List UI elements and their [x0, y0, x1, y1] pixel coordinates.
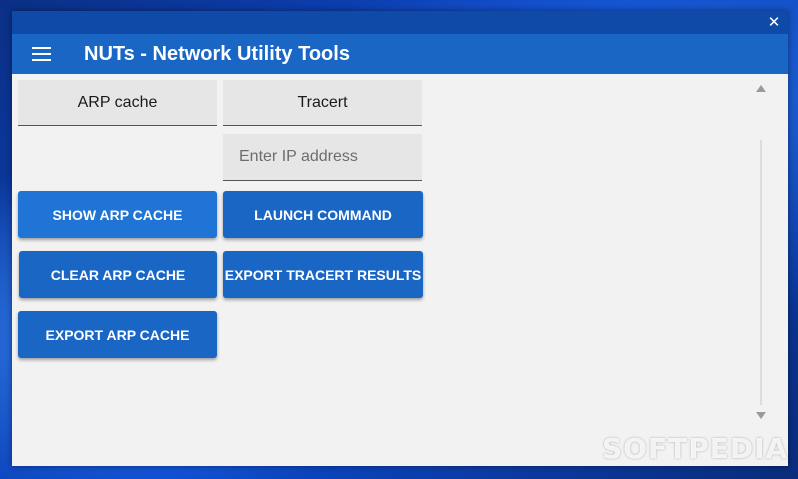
- window-titlebar: ✕: [12, 11, 788, 34]
- tab-arp-cache[interactable]: ARP cache: [18, 80, 217, 126]
- app-bar: NUTs - Network Utility Tools: [12, 34, 788, 74]
- app-title: NUTs - Network Utility Tools: [84, 43, 350, 65]
- hamburger-menu-icon[interactable]: [32, 46, 52, 62]
- scroll-track[interactable]: [760, 140, 762, 405]
- tab-tracert[interactable]: Tracert: [223, 80, 422, 126]
- launch-command-button[interactable]: LAUNCH COMMAND: [223, 191, 423, 238]
- vertical-scrollbar[interactable]: [752, 80, 772, 425]
- main-content: ARP cache Tracert SHOW ARP CACHE CLEAR A…: [12, 74, 788, 466]
- export-arp-cache-button[interactable]: EXPORT ARP CACHE: [18, 311, 217, 358]
- ip-address-input[interactable]: [223, 134, 422, 181]
- clear-arp-cache-button[interactable]: CLEAR ARP CACHE: [19, 251, 217, 298]
- softpedia-watermark: SOFTPEDIA: [602, 432, 789, 465]
- show-arp-cache-button[interactable]: SHOW ARP CACHE: [18, 191, 217, 238]
- scroll-down-icon[interactable]: [756, 412, 766, 419]
- close-icon[interactable]: ✕: [764, 12, 784, 32]
- app-window: ✕ NUTs - Network Utility Tools ARP cache…: [12, 11, 788, 466]
- scroll-up-icon[interactable]: [756, 85, 766, 92]
- export-tracert-results-button[interactable]: EXPORT TRACERT RESULTS: [223, 251, 423, 298]
